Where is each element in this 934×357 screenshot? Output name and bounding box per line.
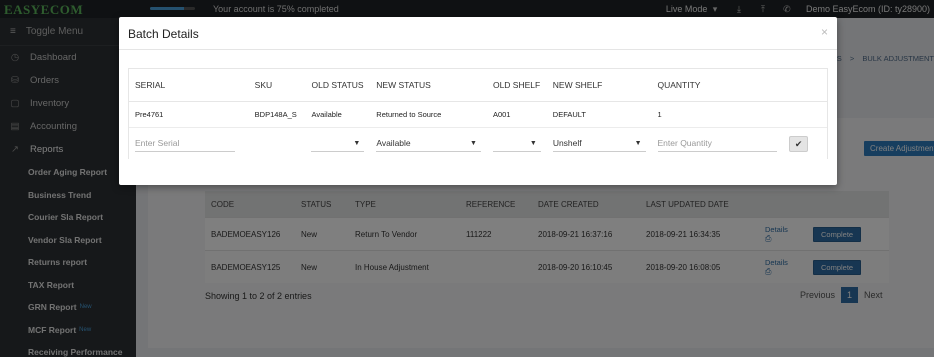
- batch-table: SERIAL SKU OLD STATUS NEW STATUS OLD SHE…: [128, 68, 828, 159]
- batch-details-modal: Batch Details × SERIAL SKU OLD STATUS NE…: [119, 17, 837, 185]
- old-status-select[interactable]: ▼: [311, 135, 365, 152]
- caret-down-icon: ▼: [353, 139, 361, 147]
- old-shelf-select[interactable]: ▼: [492, 135, 541, 152]
- close-icon[interactable]: ×: [821, 25, 828, 39]
- cell-new-shelf: DEFAULT: [552, 110, 586, 119]
- cell-quantity: 1: [657, 110, 662, 119]
- cell-old-shelf: A001: [492, 110, 511, 119]
- column-header-old-shelf: OLD SHELF: [492, 80, 541, 90]
- modal-title: Batch Details: [128, 27, 199, 41]
- check-icon: ✔: [794, 138, 803, 149]
- column-header-quantity: QUANTITY: [657, 80, 701, 90]
- new-shelf-select[interactable]: Unshelf ▼: [552, 135, 646, 152]
- column-header-serial: SERIAL: [135, 80, 166, 90]
- serial-input[interactable]: Enter Serial: [135, 135, 235, 152]
- cell-new-status: Returned to Source: [376, 110, 442, 119]
- confirm-check-button[interactable]: ✔: [789, 135, 809, 152]
- column-header-old-status: OLD STATUS: [311, 80, 364, 90]
- caret-down-icon: ▼: [470, 139, 477, 147]
- cell-old-status: Available: [311, 110, 342, 119]
- column-header-new-shelf: NEW SHELF: [552, 80, 603, 90]
- quantity-input[interactable]: Enter Quantity: [657, 135, 778, 152]
- cell-sku: BDP148A_S: [254, 110, 297, 119]
- new-status-select[interactable]: Available ▼: [376, 135, 481, 152]
- cell-serial: Pre4761: [135, 110, 164, 119]
- batch-input-row: Enter Serial ▼ Available ▼ ▼ Unshelf ▼ Ent…: [129, 128, 827, 159]
- column-header-sku: SKU: [254, 80, 273, 90]
- new-status-value: Available: [376, 138, 411, 148]
- batch-row: Pre4761 BDP148A_S Available Returned to …: [129, 102, 827, 128]
- new-shelf-value: Unshelf: [552, 138, 582, 148]
- caret-down-icon: ▼: [634, 139, 642, 147]
- modal-header: Batch Details ×: [119, 17, 837, 50]
- column-header-new-status: NEW STATUS: [376, 80, 431, 90]
- caret-down-icon: ▼: [529, 139, 537, 147]
- batch-table-header: SERIAL SKU OLD STATUS NEW STATUS OLD SHE…: [129, 69, 827, 102]
